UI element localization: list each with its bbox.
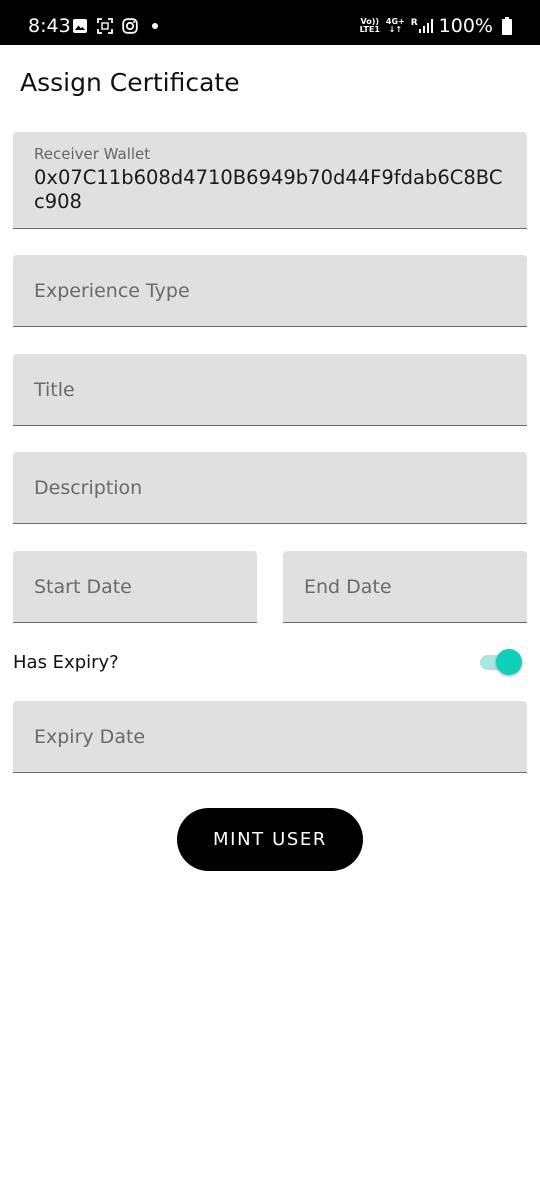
has-expiry-label: Has Expiry?: [13, 652, 119, 673]
volte-bottom-text: LTE1: [359, 25, 380, 34]
gallery-icon: [73, 19, 87, 33]
experience-type-field[interactable]: Experience Type: [13, 255, 527, 327]
mint-user-button[interactable]: MINT USER: [177, 808, 363, 871]
receiver-wallet-field[interactable]: Receiver Wallet 0x07C11b608d4710B6949b70…: [13, 132, 527, 229]
status-bar: 8:43 Vo)) LTE1 4G+ ↓↑ R 100%: [0, 0, 540, 45]
volte-indicator: Vo)) LTE1: [360, 18, 380, 34]
toggle-thumb[interactable]: [496, 649, 522, 675]
page-title: Assign Certificate: [20, 68, 240, 97]
signal-icon: R: [411, 19, 433, 33]
screenshot-icon: [97, 18, 113, 34]
data-activity-arrows: ↓↑: [388, 25, 403, 34]
description-field[interactable]: Description: [13, 452, 527, 524]
has-expiry-toggle[interactable]: [480, 649, 524, 677]
notification-dot-icon: [152, 23, 158, 29]
end-date-field[interactable]: End Date: [283, 551, 527, 623]
status-notification-icons: [72, 18, 158, 34]
expiry-date-field[interactable]: Expiry Date: [13, 701, 527, 773]
status-system-icons: Vo)) LTE1 4G+ ↓↑ R 100%: [360, 15, 512, 37]
roaming-indicator: R: [410, 18, 418, 28]
receiver-wallet-value[interactable]: 0x07C11b608d4710B6949b70d44F9fdab6C8BCc9…: [34, 166, 507, 214]
receiver-wallet-label: Receiver Wallet: [34, 145, 151, 163]
expiry-date-placeholder: Expiry Date: [34, 726, 146, 748]
title-placeholder: Title: [34, 379, 75, 401]
instagram-icon: [122, 18, 138, 34]
battery-percent: 100%: [438, 15, 493, 37]
title-field[interactable]: Title: [13, 354, 527, 426]
signal-bars-icon: [418, 19, 433, 33]
start-date-field[interactable]: Start Date: [13, 551, 257, 623]
experience-type-placeholder: Experience Type: [34, 280, 190, 302]
description-placeholder: Description: [34, 477, 143, 499]
network-type-indicator: 4G+ ↓↑: [386, 18, 405, 34]
start-date-placeholder: Start Date: [34, 576, 132, 598]
end-date-placeholder: End Date: [304, 576, 392, 598]
status-time: 8:43: [28, 15, 71, 37]
battery-icon: [502, 17, 512, 35]
